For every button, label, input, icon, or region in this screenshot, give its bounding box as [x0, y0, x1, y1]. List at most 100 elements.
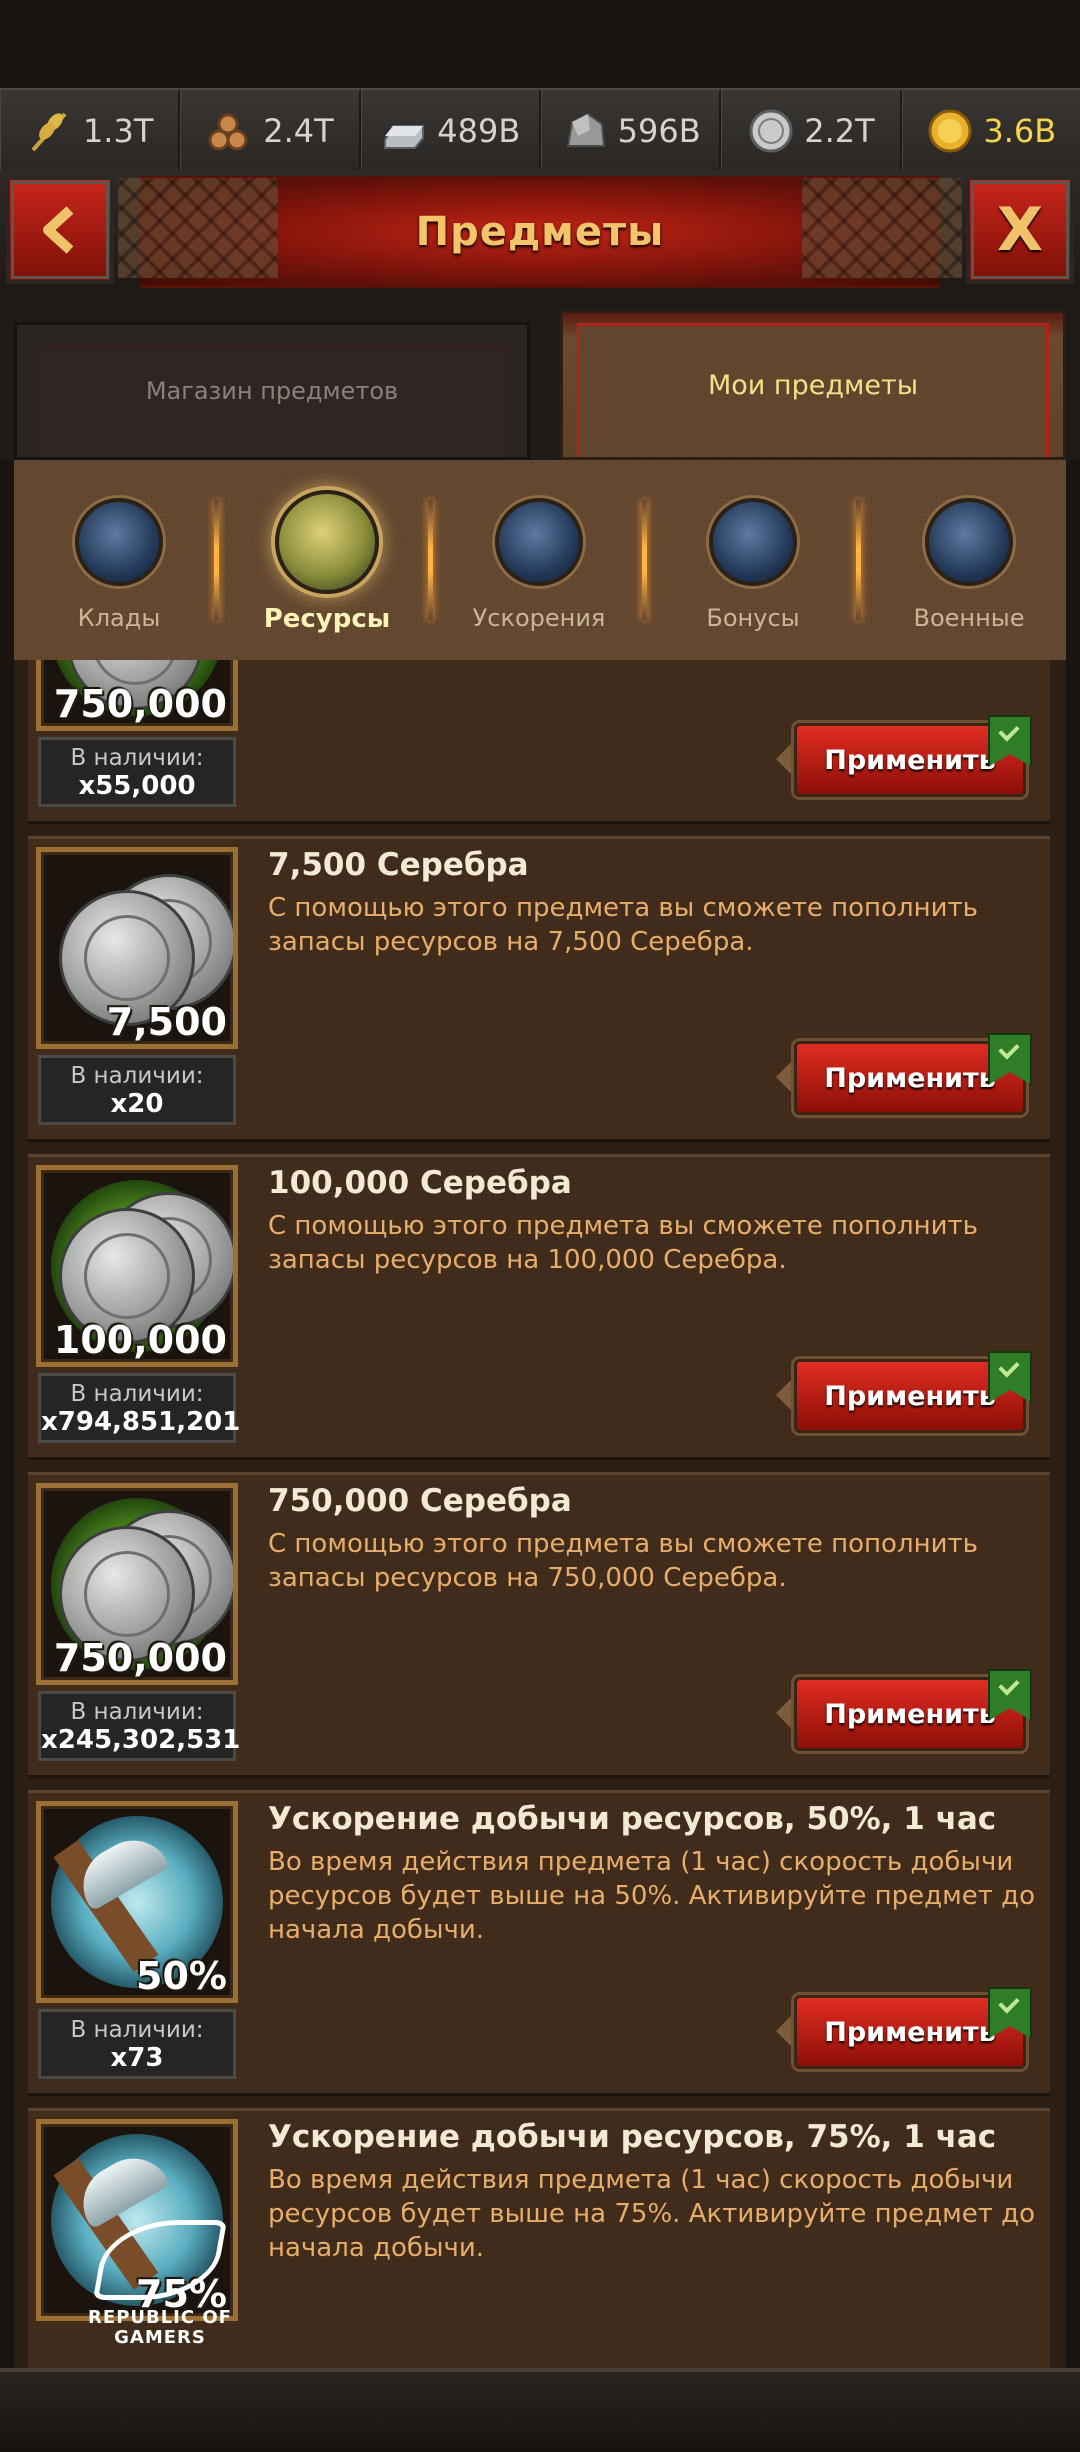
iron-ingot-icon — [384, 125, 425, 149]
close-button[interactable]: X — [966, 176, 1074, 284]
stock-box: В наличии: x73 — [38, 2009, 236, 2079]
stock-quantity: x73 — [110, 2043, 164, 2073]
tabs-area: Магазин предметов Мои предметы — [0, 290, 1080, 460]
item-thumbnail: 750,000 — [36, 660, 238, 731]
item-thumbnail: 50% — [36, 1801, 238, 2003]
stock-quantity: x794,851,201 — [41, 1407, 241, 1437]
category-divider — [428, 500, 433, 620]
item-amount: 50% — [136, 1954, 227, 1998]
category-bonuses-label: Бонусы — [706, 604, 800, 632]
resource-stone[interactable]: 596B — [541, 90, 722, 172]
item-thumbnail: 7,500 — [36, 847, 238, 1049]
list-item: 750,000 В наличии: x55,000 Применить — [28, 660, 1050, 824]
item-thumbnail: 750,000 — [36, 1483, 238, 1685]
stock-quantity: x245,302,531 — [41, 1725, 241, 1755]
resource-wood[interactable]: 2.4T — [180, 90, 361, 172]
back-button[interactable] — [6, 176, 114, 284]
gold-coin-icon — [928, 109, 972, 153]
stock-quantity: x20 — [110, 1089, 164, 1119]
category-divider — [856, 500, 861, 620]
resources-icon — [275, 490, 379, 594]
rog-logo-icon — [92, 2220, 228, 2300]
stock-box: В наличии: x794,851,201 — [38, 1373, 241, 1443]
item-description: С помощью этого предмета вы сможете попо… — [268, 1529, 978, 1593]
item-name: 100,000 Серебра — [268, 1165, 572, 1201]
category-treasures-label: Клады — [77, 604, 161, 632]
category-divider — [642, 500, 647, 620]
category-bar: Клады Ресурсы Ускорения Бонусы Военные — [14, 460, 1066, 660]
category-bonuses[interactable]: Бонусы — [678, 498, 828, 632]
swords-icon — [925, 498, 1013, 586]
title-bar: Предметы X — [0, 170, 1080, 290]
category-treasures[interactable]: Клады — [44, 498, 194, 632]
close-icon: X — [996, 195, 1044, 265]
stock-label: В наличии: — [70, 745, 204, 771]
list-item: 50% В наличии: x73 Ускорение добычи ресу… — [28, 1790, 1050, 2096]
celtic-knot-ornament-right — [802, 178, 962, 278]
wheat-icon — [31, 112, 67, 152]
apply-button[interactable]: Применить — [776, 715, 1032, 797]
category-speedups-label: Ускорения — [472, 604, 606, 632]
tab-item-shop[interactable]: Магазин предметов — [14, 322, 530, 460]
bottom-frame — [0, 2368, 1080, 2452]
item-name: 750,000 Серебра — [268, 1483, 572, 1519]
item-description: С помощью этого предмета вы сможете попо… — [268, 893, 978, 957]
list-item: 7,500 В наличии: x20 7,500 Серебра С пом… — [28, 836, 1050, 1142]
celtic-knot-ornament-left — [118, 178, 278, 278]
chest-icon — [75, 498, 163, 586]
items-list[interactable]: 750,000 В наличии: x55,000 Применить 7,5… — [14, 660, 1066, 2368]
category-speedups[interactable]: Ускорения — [464, 498, 614, 632]
stock-box: В наличии: x245,302,531 — [38, 1691, 241, 1761]
item-name: Ускорение добычи ресурсов, 50%, 1 час — [268, 1801, 997, 1837]
category-divider — [214, 500, 219, 620]
resource-iron[interactable]: 489B — [361, 90, 541, 172]
category-military[interactable]: Военные — [894, 498, 1044, 632]
item-name: Ускорение добычи ресурсов, 75%, 1 час — [268, 2119, 997, 2155]
category-military-label: Военные — [913, 604, 1025, 632]
apply-button[interactable]: Применить — [776, 1351, 1032, 1433]
chevron-left-icon — [43, 206, 74, 254]
list-item: 100,000 В наличии: x794,851,201 100,000 … — [28, 1154, 1050, 1460]
silver-coin-icon — [749, 109, 793, 153]
bonus-bag-icon — [709, 498, 797, 586]
resource-food-value: 1.3T — [82, 112, 154, 150]
item-amount: 750,000 — [53, 682, 227, 726]
stock-box: В наличии: x55,000 — [38, 737, 236, 807]
stock-label: В наличии: — [70, 2017, 204, 2043]
stock-label: В наличии: — [70, 1063, 204, 1089]
resource-gold[interactable]: 3.6B — [902, 90, 1080, 172]
apply-button[interactable]: Применить — [776, 1033, 1032, 1115]
item-thumbnail: 100,000 — [36, 1165, 238, 1367]
watermark-text: REPUBLIC OF GAMERS — [88, 2307, 232, 2348]
item-description: Во время действия предмета (1 час) скоро… — [268, 1847, 1036, 1945]
stone-icon — [566, 112, 605, 147]
category-resources-label: Ресурсы — [263, 604, 391, 634]
list-item: 750,000 В наличии: x245,302,531 750,000 … — [28, 1472, 1050, 1778]
apply-button[interactable]: Применить — [776, 1669, 1032, 1751]
item-name: 7,500 Серебра — [268, 847, 529, 883]
tab-my-items-label: Мои предметы — [707, 369, 919, 401]
stock-label: В наличии: — [70, 1699, 204, 1725]
item-amount: 100,000 — [53, 1318, 227, 1362]
tab-my-items[interactable]: Мои предметы — [560, 310, 1066, 460]
stock-quantity: x55,000 — [78, 771, 196, 801]
stock-label: В наличии: — [70, 1381, 204, 1407]
resource-food[interactable]: 1.3T — [0, 90, 181, 172]
resource-iron-value: 489B — [437, 112, 521, 150]
resource-stone-value: 596B — [617, 112, 701, 150]
item-description: Во время действия предмета (1 час) скоро… — [268, 2165, 1036, 2263]
resource-bar: 1.3T 2.4T 489B 596B 2.2T 3.6B — [0, 88, 1080, 174]
logs-icon — [208, 113, 248, 151]
resource-silver-value: 2.2T — [804, 112, 875, 150]
item-amount: 7,500 — [106, 1000, 227, 1044]
item-amount: 750,000 — [53, 1636, 227, 1680]
item-description: С помощью этого предмета вы сможете попо… — [268, 1211, 978, 1275]
stock-box: В наличии: x20 — [38, 1055, 236, 1125]
tab-item-shop-label: Магазин предметов — [145, 377, 399, 405]
resource-silver[interactable]: 2.2T — [721, 90, 902, 172]
resource-gold-value: 3.6B — [983, 112, 1057, 150]
speedup-icon — [495, 498, 583, 586]
apply-button[interactable]: Применить — [776, 1987, 1032, 2069]
resource-wood-value: 2.4T — [263, 112, 334, 150]
category-resources[interactable]: Ресурсы — [252, 490, 402, 634]
